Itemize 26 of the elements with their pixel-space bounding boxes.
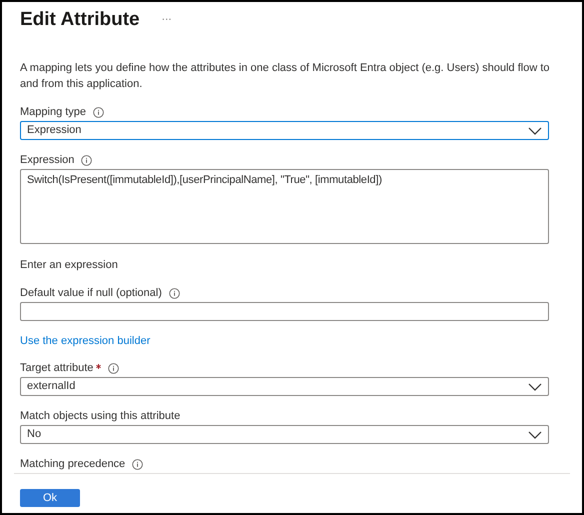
expression-builder-link[interactable]: Use the expression builder (20, 334, 150, 348)
required-mark (96, 364, 102, 368)
more-options-button[interactable]: ··· (162, 14, 172, 26)
field-label: Mapping type (20, 105, 86, 119)
description-text: A mapping lets you define how the attributes in one class of Microsoft Entra object (e.g. Users) should flow to and from this application. (20, 61, 550, 92)
chevron-down-icon (528, 430, 542, 438)
field-label: Matching precedence (20, 457, 126, 471)
field-label: Default value if null (optional) (20, 286, 162, 300)
info-icon[interactable] (108, 362, 120, 374)
info-icon[interactable] (81, 154, 92, 166)
info-icon[interactable] (168, 288, 180, 298)
ok-button[interactable]: Ok (20, 489, 80, 507)
chevron-down-icon (528, 382, 542, 390)
dropdown[interactable]: No (20, 425, 549, 444)
field-label: Target attribute (20, 361, 94, 375)
input-field[interactable] (20, 302, 549, 321)
hint-text: Enter an expression (20, 258, 118, 272)
chevron-down-icon (528, 126, 542, 134)
expression-field[interactable]: Switch(IsPresent([immutableId]),[userPrincipalName], "True", [immutableId]) (20, 169, 549, 244)
info-icon[interactable] (93, 106, 104, 118)
info-icon[interactable] (132, 458, 144, 470)
field-label: Expression (20, 153, 74, 167)
dropdown[interactable]: Expression (20, 121, 549, 140)
dialog-title: Edit Attribute (20, 8, 140, 32)
dropdown[interactable]: externalId (20, 377, 549, 396)
field-label: Match objects using this attribute (20, 409, 180, 423)
